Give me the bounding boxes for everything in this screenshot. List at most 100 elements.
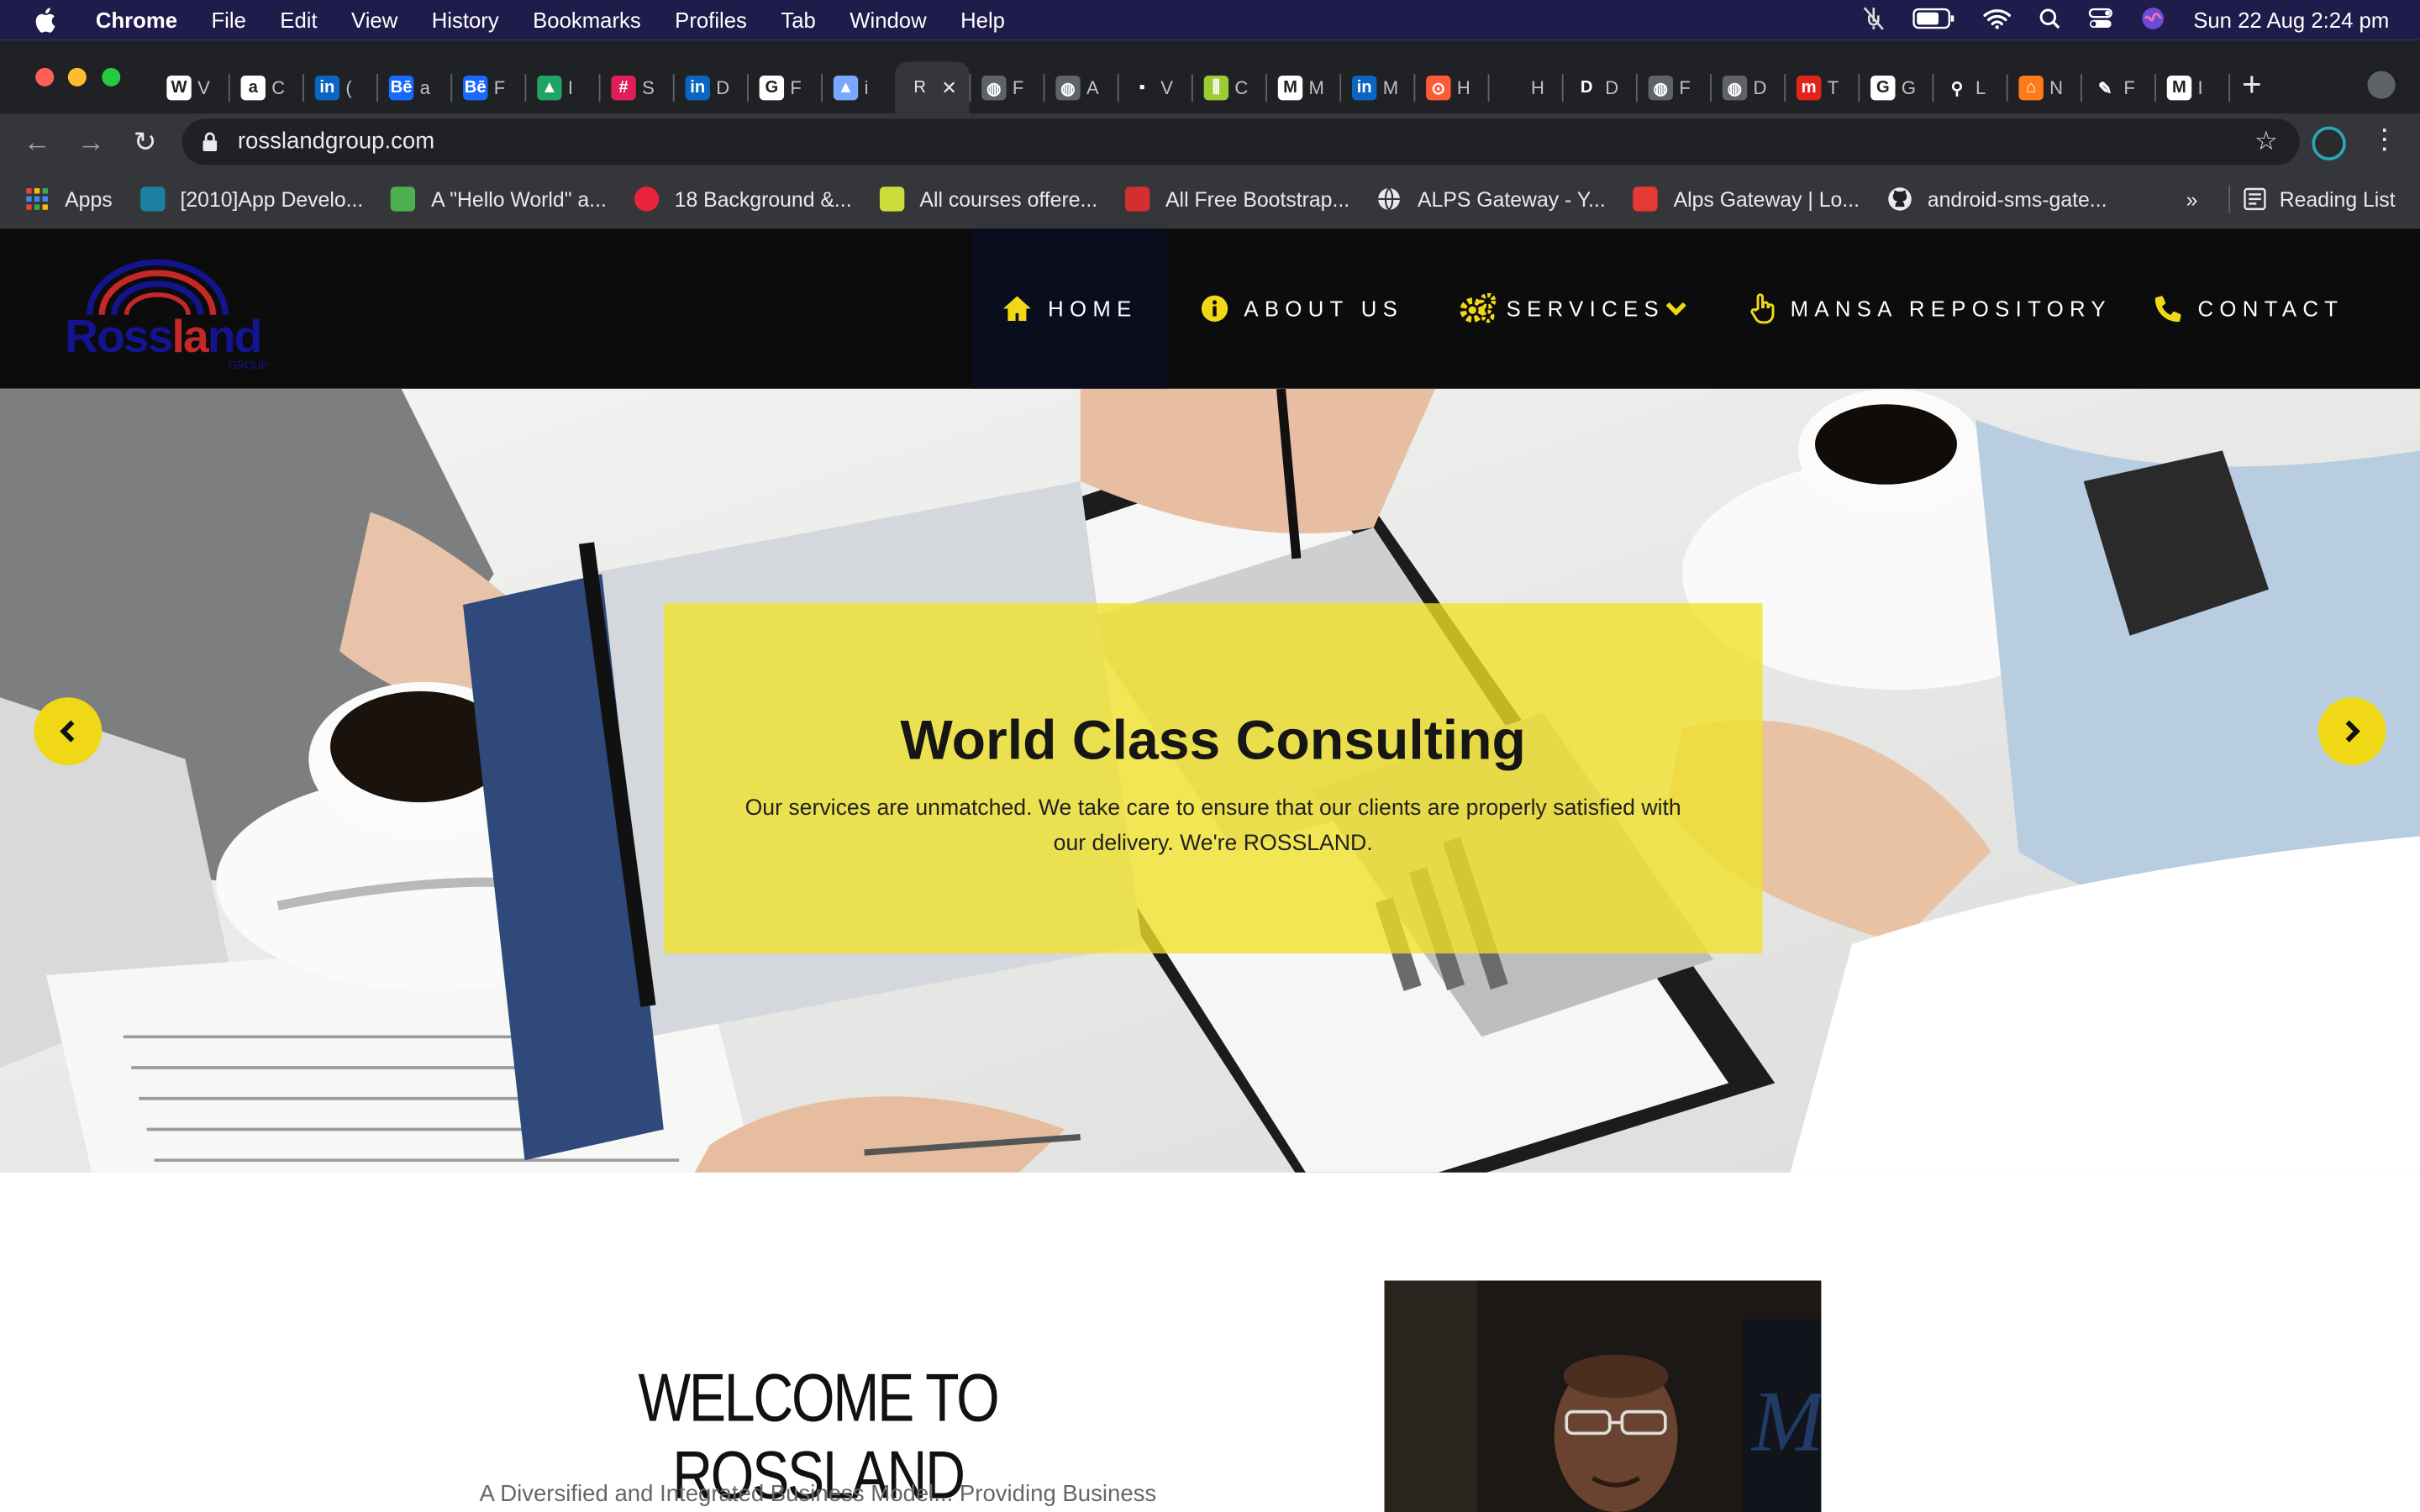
mute-icon[interactable] (1863, 5, 1885, 34)
slider-prev-button[interactable] (34, 697, 103, 766)
close-window-button[interactable] (35, 67, 55, 87)
siri-icon[interactable] (2141, 5, 2165, 34)
menu-bookmarks[interactable]: Bookmarks (533, 8, 641, 32)
menu-file[interactable]: File (211, 8, 245, 32)
tab[interactable]: ⊙ H (1413, 61, 1487, 113)
tab-title: D (716, 76, 730, 99)
minimize-window-button[interactable] (67, 67, 87, 87)
bookmarks-overflow-button[interactable]: » (2186, 187, 2198, 211)
bookmark-label: android-sms-gate... (1927, 187, 2107, 211)
tab[interactable]: Bē F (450, 61, 524, 113)
tab-title: C (271, 76, 286, 99)
slider-next-button[interactable] (2317, 697, 2386, 766)
menu-window[interactable]: Window (850, 8, 926, 32)
tab[interactable]: WV (155, 61, 229, 113)
tab[interactable]: ◍ D (1710, 61, 1784, 113)
bookmark-item[interactable]: ALPS Gateway - Y... (1377, 186, 1606, 211)
tab[interactable]: MM (1265, 61, 1339, 113)
forward-button[interactable]: → (72, 123, 109, 160)
tab[interactable]: GF (747, 61, 821, 113)
tab[interactable]: ▲ i (821, 61, 895, 113)
menu-history[interactable]: History (432, 8, 499, 32)
tab-divider (2228, 74, 2231, 102)
tab[interactable]: ⚲ L (1933, 61, 2007, 113)
bookmark-label: All Free Bootstrap... (1165, 187, 1350, 211)
tab[interactable]: ⫼ C (1192, 61, 1265, 113)
bookmark-item[interactable]: A "Hello World" a... (391, 186, 607, 212)
tab-title: F (493, 76, 506, 99)
tab[interactable]: aC (229, 61, 302, 113)
divider (2228, 185, 2230, 213)
tab[interactable]: mT (1784, 61, 1858, 113)
url-text[interactable]: rosslandgroup.com (238, 128, 434, 154)
bookmark-item[interactable]: android-sms-gate... (1887, 186, 2107, 211)
chrome-menu-icon[interactable]: ⋮ (2370, 123, 2398, 156)
apps-grid-icon (24, 186, 49, 211)
tab[interactable]: ▲ I (524, 61, 598, 113)
browser-toolbar: ← → ↻ rosslandgroup.com ☆ ⋮ (0, 113, 2420, 171)
menu-view[interactable]: View (351, 8, 397, 32)
google-icon: G (759, 76, 785, 101)
tab-search-icon[interactable] (2367, 71, 2396, 99)
apple-logo-icon[interactable] (34, 6, 61, 34)
close-tab-icon[interactable]: ✕ (941, 77, 956, 99)
tab[interactable]: in D (673, 61, 747, 113)
nav-home[interactable]: HOME (972, 228, 1167, 389)
nav-about-us[interactable]: ABOUT US (1201, 228, 1403, 389)
rossland-logo[interactable]: Rossland GROUP (61, 253, 293, 372)
new-tab-button[interactable]: + (2232, 65, 2272, 105)
tab-title: i (864, 76, 869, 99)
bookmark-label: A "Hello World" a... (431, 187, 607, 211)
wifi-icon[interactable] (1983, 7, 2012, 33)
tab[interactable]: ⌂ N (2007, 61, 2081, 113)
menu-edit[interactable]: Edit (280, 8, 317, 32)
bookmark-item[interactable]: Alps Gateway | Lo... (1633, 186, 1860, 212)
address-bar[interactable]: rosslandgroup.com ☆ (182, 118, 2300, 165)
tab[interactable]: GG (1858, 61, 1932, 113)
tab[interactable]: ◍ F (1636, 61, 1710, 113)
tab[interactable]: ✎ F (2081, 61, 2154, 113)
menu-help[interactable]: Help (960, 8, 1005, 32)
tab[interactable]: ◍ F (969, 61, 1043, 113)
profile-avatar[interactable] (2312, 126, 2346, 161)
tab[interactable]: MI (2154, 61, 2228, 113)
tab-title: A (1086, 76, 1099, 99)
tab[interactable]: ◍ A (1044, 61, 1118, 113)
bookmark-item[interactable]: 18 Background &... (634, 186, 852, 212)
chevron-down-icon (1665, 301, 1686, 316)
bookmark-item[interactable]: All Free Bootstrap... (1125, 186, 1350, 212)
clock[interactable]: Sun 22 Aug 2:24 pm (2193, 8, 2389, 32)
tab[interactable]: DD (1562, 61, 1636, 113)
nav-services[interactable]: SERVICES (1460, 228, 1686, 389)
tab[interactable]: H (1488, 61, 1562, 113)
spotlight-search-icon[interactable] (2039, 7, 2061, 33)
tab[interactable]: ▪ V (1118, 61, 1192, 113)
lock-icon[interactable] (201, 131, 219, 160)
back-button[interactable]: ← (18, 123, 55, 160)
r-circle-icon (634, 186, 660, 212)
tab[interactable]: # S (599, 61, 673, 113)
nav-contact[interactable]: CONTACT (2154, 228, 2344, 389)
battery-icon[interactable] (1912, 7, 1955, 33)
zoom-window-button[interactable] (102, 67, 121, 87)
bookmark-item[interactable]: [2010]App Develo... (139, 186, 363, 212)
svg-text:M: M (1750, 1374, 1822, 1470)
behance-icon: Bē (463, 76, 488, 101)
linkedin-icon: in (314, 76, 340, 101)
tab[interactable]: Bē a (376, 61, 450, 113)
bookmark-star-icon[interactable]: ☆ (2254, 127, 2278, 158)
tab[interactable]: in M (1339, 61, 1413, 113)
menu-app-name[interactable]: Chrome (96, 8, 177, 32)
menu-profiles[interactable]: Profiles (675, 8, 747, 32)
tab-title: a (419, 76, 430, 99)
reading-list-button[interactable]: Reading List (2243, 186, 2396, 211)
reload-button[interactable]: ↻ (127, 123, 164, 160)
control-center-icon[interactable] (2088, 7, 2113, 33)
bookmark-item[interactable]: Apps (24, 186, 113, 211)
menu-tab[interactable]: Tab (781, 8, 815, 32)
leaf-icon (391, 186, 416, 212)
nav-mansa-repository[interactable]: MANSA REPOSITORY (1750, 228, 2112, 389)
tab[interactable]: in( (302, 61, 376, 113)
bookmark-item[interactable]: All courses offere... (879, 186, 1097, 212)
tab-active-rossland[interactable]: R ✕ (895, 61, 970, 114)
